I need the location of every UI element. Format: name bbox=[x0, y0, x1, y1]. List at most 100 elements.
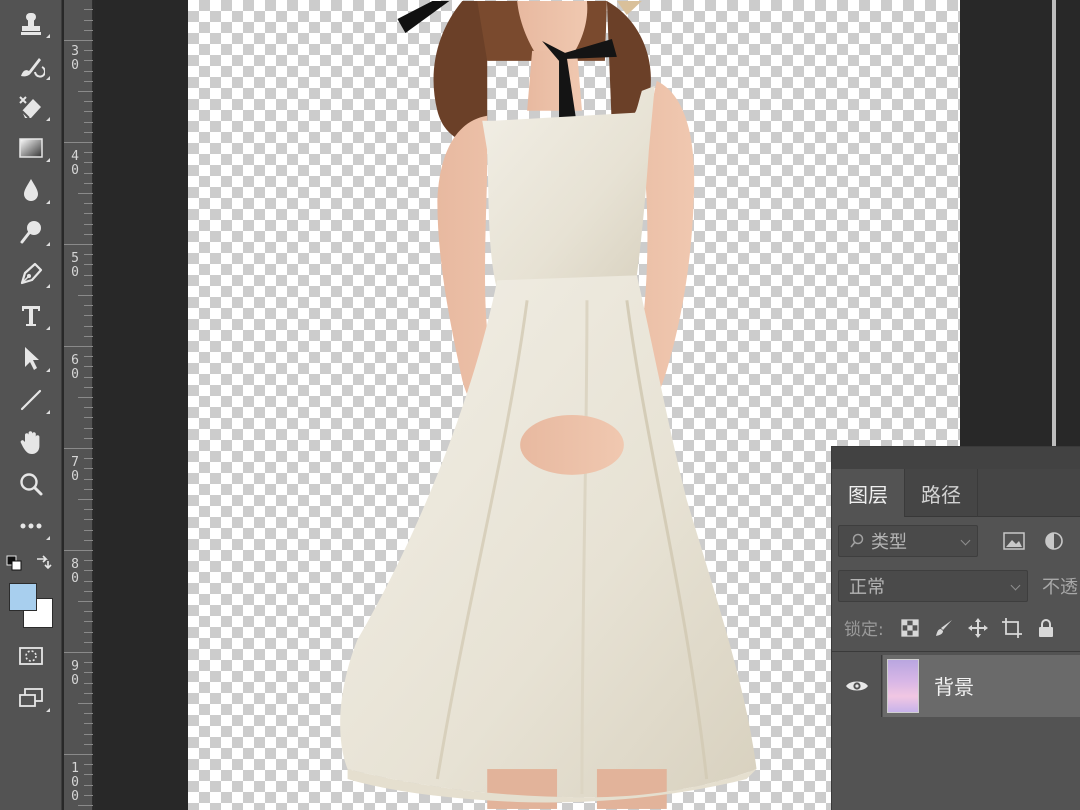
screen-mode-button[interactable] bbox=[0, 678, 62, 718]
hand-icon bbox=[20, 431, 40, 454]
ruler-tick bbox=[84, 9, 93, 10]
ruler-tick bbox=[84, 30, 93, 31]
ruler-tick bbox=[84, 254, 93, 255]
hand-tool[interactable] bbox=[0, 422, 62, 462]
search-icon bbox=[850, 533, 864, 548]
swap-colors-icon[interactable] bbox=[34, 553, 52, 571]
filter-kind-label: 类型 bbox=[871, 532, 907, 553]
ruler-tick bbox=[84, 132, 93, 133]
lock-all-button[interactable] bbox=[1034, 616, 1058, 640]
lock-row: 锁定: bbox=[844, 615, 1058, 640]
gradient-tool[interactable] bbox=[0, 128, 62, 168]
ruler-tick bbox=[64, 652, 93, 653]
ruler-label: 60 bbox=[71, 353, 79, 382]
ruler-tick bbox=[84, 81, 93, 82]
layers-panel: 图层 路径 类型 正常 不透 锁定: 背景 bbox=[831, 446, 1080, 810]
ruler-label: 70 bbox=[71, 455, 79, 484]
blend-mode-dropdown[interactable]: 正常 bbox=[838, 570, 1028, 602]
panel-tabs: 图层 路径 bbox=[832, 469, 1080, 517]
half-circle-icon bbox=[1045, 532, 1063, 550]
ruler-tick bbox=[64, 550, 93, 551]
lock-pixels-button[interactable] bbox=[932, 616, 956, 640]
ruler-label: 50 bbox=[71, 251, 79, 280]
tab-paths[interactable]: 路径 bbox=[905, 469, 978, 517]
ruler-tick bbox=[84, 683, 93, 684]
ruler-tick bbox=[84, 356, 93, 357]
ruler-tick bbox=[84, 173, 93, 174]
droplet-icon bbox=[24, 179, 38, 201]
ruler-tick bbox=[84, 642, 93, 643]
ruler-tick bbox=[84, 560, 93, 561]
ruler-tick bbox=[84, 438, 93, 439]
default-colors-icon[interactable] bbox=[6, 555, 24, 571]
quick-mask-button[interactable] bbox=[0, 636, 62, 676]
ruler-label: 30 bbox=[71, 44, 79, 73]
ruler-tick bbox=[78, 805, 93, 806]
canvas-edge-strip bbox=[1052, 0, 1056, 448]
ruler-tick bbox=[84, 632, 93, 633]
pen-tool[interactable] bbox=[0, 254, 62, 294]
panel-header[interactable] bbox=[832, 447, 1080, 469]
lock-position-button[interactable] bbox=[966, 616, 990, 640]
clone-stamp-tool[interactable] bbox=[0, 4, 62, 44]
ruler-tick bbox=[84, 795, 93, 796]
ruler-tick bbox=[84, 326, 93, 327]
padlock-icon bbox=[1038, 618, 1053, 637]
dodge-icon bbox=[20, 221, 41, 244]
line-tool[interactable] bbox=[0, 380, 62, 420]
dodge-tool[interactable] bbox=[0, 212, 62, 252]
arrow-icon bbox=[25, 347, 39, 370]
ruler-tick bbox=[84, 60, 93, 61]
ruler-tick bbox=[84, 693, 93, 694]
eraser-icon bbox=[19, 96, 41, 119]
ruler-tick bbox=[84, 479, 93, 480]
ruler-tick bbox=[84, 122, 93, 123]
ruler-tick bbox=[84, 336, 93, 337]
ruler-tick bbox=[84, 713, 93, 714]
eraser-tool[interactable] bbox=[0, 87, 62, 127]
blur-tool[interactable] bbox=[0, 170, 62, 210]
ruler-tick bbox=[84, 224, 93, 225]
ruler-tick bbox=[78, 295, 93, 296]
more-icon bbox=[20, 523, 42, 529]
zoom-tool[interactable] bbox=[0, 464, 62, 504]
ruler-label: 90 bbox=[71, 659, 79, 688]
ruler-tick bbox=[64, 346, 93, 347]
ruler-label: 80 bbox=[71, 557, 79, 586]
tab-layers[interactable]: 图层 bbox=[832, 469, 905, 517]
layer-visibility-toggle[interactable] bbox=[832, 655, 882, 717]
edit-toolbar[interactable] bbox=[0, 506, 62, 546]
history-brush-tool[interactable] bbox=[0, 46, 62, 86]
crop-icon bbox=[1001, 617, 1022, 638]
ruler-tick bbox=[84, 377, 93, 378]
path-selection-tool[interactable] bbox=[0, 338, 62, 378]
quick-mask-icon bbox=[19, 647, 43, 665]
layer-row[interactable]: 背景 bbox=[832, 655, 1080, 717]
foreground-color-swatch[interactable] bbox=[9, 583, 37, 611]
ruler-tick bbox=[84, 20, 93, 21]
ruler-tick bbox=[84, 183, 93, 184]
ruler-tick bbox=[84, 519, 93, 520]
filter-kind-dropdown[interactable]: 类型 bbox=[838, 525, 978, 557]
ruler-tick bbox=[84, 723, 93, 724]
ruler-tick bbox=[84, 428, 93, 429]
filter-pixel-layers[interactable] bbox=[1000, 527, 1028, 555]
ruler-tick bbox=[84, 509, 93, 510]
blend-mode-value: 正常 bbox=[849, 577, 885, 598]
layer-thumbnail[interactable] bbox=[887, 659, 919, 713]
lock-artboard-button[interactable] bbox=[1000, 616, 1024, 640]
filter-adjustment-layers[interactable] bbox=[1040, 527, 1068, 555]
type-tool[interactable] bbox=[0, 296, 62, 336]
ruler-tick bbox=[64, 142, 93, 143]
layer-name[interactable]: 背景 bbox=[934, 671, 974, 700]
ruler-tick bbox=[64, 40, 93, 41]
lock-transparent-button[interactable] bbox=[898, 616, 922, 640]
ruler-tick bbox=[84, 71, 93, 72]
ruler-tick bbox=[78, 703, 93, 704]
ruler-tick bbox=[84, 734, 93, 735]
ruler-tick bbox=[84, 275, 93, 276]
ruler-tick bbox=[84, 621, 93, 622]
screen-mode-icon bbox=[19, 688, 43, 707]
brush-icon bbox=[935, 619, 952, 636]
line-icon bbox=[20, 389, 42, 411]
